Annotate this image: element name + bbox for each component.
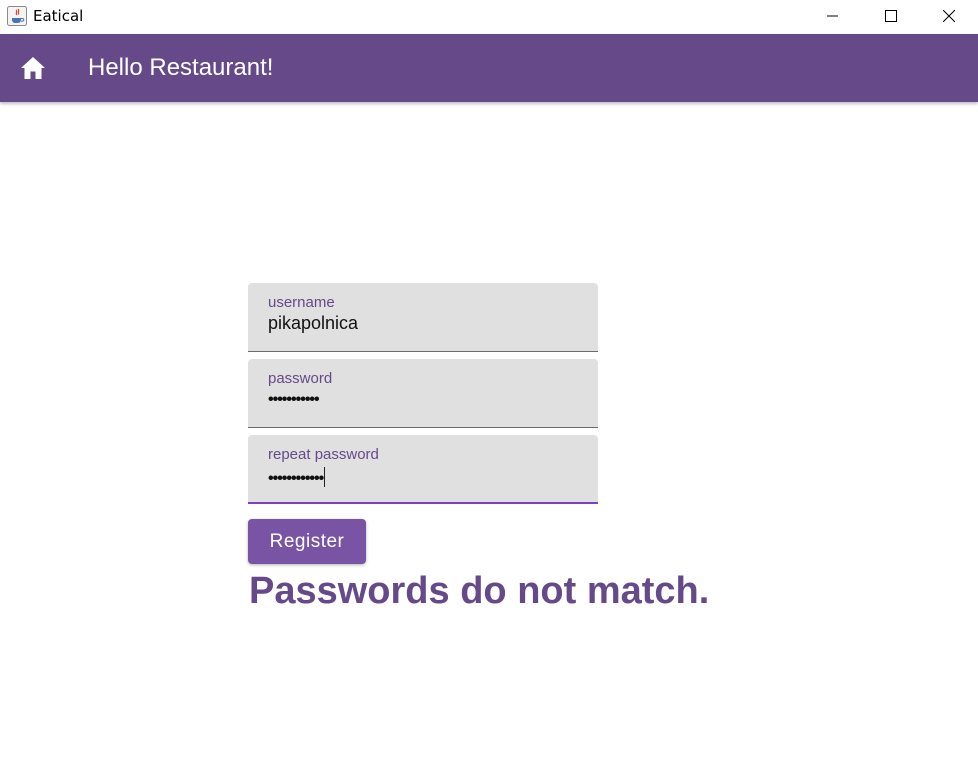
minimize-icon: [827, 15, 838, 16]
maximize-button[interactable]: [862, 0, 920, 31]
app-bar: Hello Restaurant!: [0, 34, 978, 102]
minimize-button[interactable]: [804, 0, 862, 31]
repeat-password-label: repeat password: [268, 446, 379, 463]
error-message: Passwords do not match.: [249, 570, 710, 612]
password-field[interactable]: password •••••••••••: [248, 359, 598, 428]
username-label: username: [268, 294, 335, 311]
window-title: Eatical: [33, 7, 84, 25]
title-bar: Eatical: [0, 0, 978, 33]
close-icon: [943, 9, 955, 22]
register-button[interactable]: Register: [248, 519, 366, 564]
repeat-password-value-wrapper: ••••••••••••: [268, 467, 326, 488]
text-caret: [324, 467, 326, 487]
repeat-password-field[interactable]: repeat password ••••••••••••: [248, 435, 598, 504]
close-button[interactable]: [920, 0, 978, 31]
password-label: password: [268, 370, 333, 387]
username-field[interactable]: username pikapolnica: [248, 283, 598, 352]
app-window: Eatical Hello Restaurant! username pikap…: [0, 0, 978, 761]
maximize-icon: [885, 9, 897, 22]
username-value: pikapolnica: [268, 313, 359, 333]
password-value: •••••••••••: [268, 391, 320, 408]
page-title: Hello Restaurant!: [88, 54, 274, 81]
java-app-icon: [7, 6, 27, 26]
repeat-password-value: ••••••••••••: [268, 470, 324, 487]
home-button[interactable]: [12, 48, 54, 88]
home-icon: [21, 57, 45, 79]
